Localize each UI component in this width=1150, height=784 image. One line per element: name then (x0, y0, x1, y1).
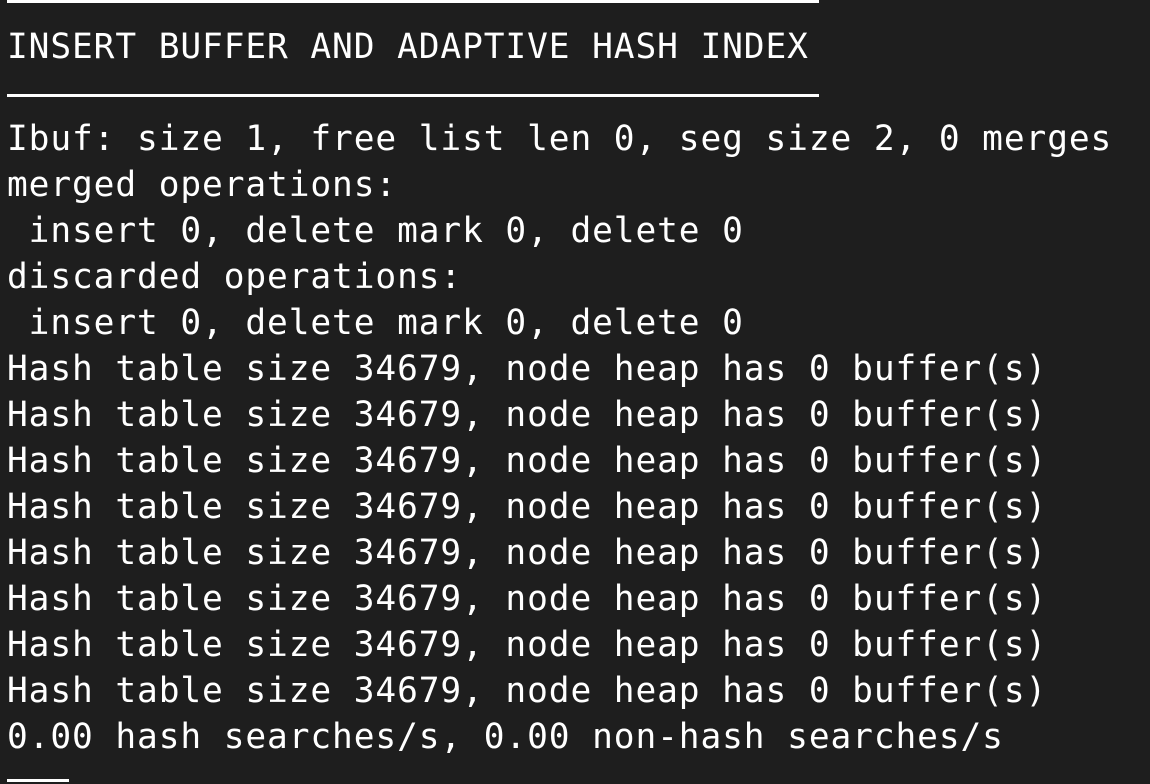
hash-table-line: Hash table size 34679, node heap has 0 b… (7, 671, 1048, 711)
hash-table-line: Hash table size 34679, node heap has 0 b… (7, 395, 1048, 435)
hash-table-line: Hash table size 34679, node heap has 0 b… (7, 533, 1048, 573)
terminal-output[interactable]: INSERT BUFFER AND ADAPTIVE HASH INDEX Ib… (0, 0, 1150, 784)
hash-table-line: Hash table size 34679, node heap has 0 b… (7, 349, 1048, 389)
separator-line (7, 94, 819, 97)
hash-table-line: Hash table size 34679, node heap has 0 b… (7, 441, 1048, 481)
hash-table-line: Hash table size 34679, node heap has 0 b… (7, 579, 1048, 619)
hash-searches-line: 0.00 hash searches/s, 0.00 non-hash sear… (7, 717, 1004, 757)
merged-operations-values: insert 0, delete mark 0, delete 0 (7, 211, 744, 251)
separator-line-bottom-partial (7, 779, 69, 782)
ibuf-line: Ibuf: size 1, free list len 0, seg size … (7, 119, 1113, 159)
merged-operations-header: merged operations: (7, 165, 398, 205)
hash-table-line: Hash table size 34679, node heap has 0 b… (7, 487, 1048, 527)
separator-line-top (7, 0, 819, 3)
discarded-operations-values: insert 0, delete mark 0, delete 0 (7, 303, 744, 343)
hash-table-line: Hash table size 34679, node heap has 0 b… (7, 625, 1048, 665)
section-heading: INSERT BUFFER AND ADAPTIVE HASH INDEX (7, 27, 809, 67)
discarded-operations-header: discarded operations: (7, 257, 463, 297)
